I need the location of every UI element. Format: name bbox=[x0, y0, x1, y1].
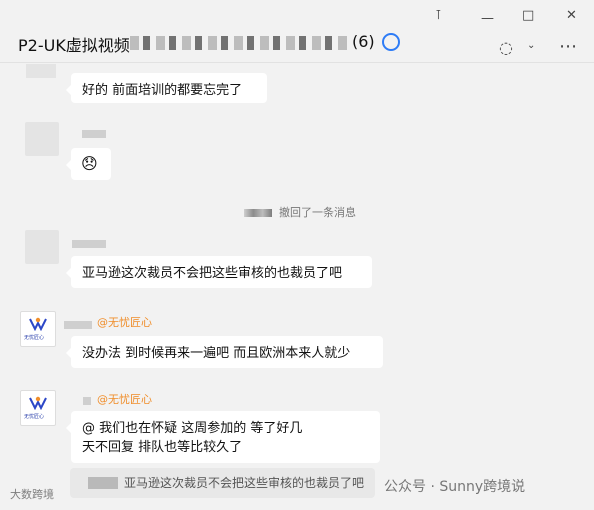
maximize-icon[interactable]: □ bbox=[522, 8, 534, 23]
message-bubble: 亚马逊这次裁员不会把这些审核的也裁员了吧 bbox=[66, 256, 372, 288]
emoji-message: 😞 bbox=[66, 148, 111, 180]
message-bubble: 好的 前面培训的都要忘完了 bbox=[66, 73, 267, 103]
logo-icon bbox=[29, 396, 47, 410]
message-bubble: 没办法 到时候再来一遍吧 而且欧洲本来人就少 bbox=[66, 336, 383, 368]
logo-text: 无忧匠心 bbox=[24, 335, 45, 341]
group-icon[interactable] bbox=[382, 33, 400, 51]
avatar[interactable]: 无忧匠心 bbox=[20, 390, 56, 426]
logo-icon bbox=[29, 317, 47, 331]
message-text-line-1: @ 我们也在怀疑 这周参加的 等了好几 bbox=[82, 421, 303, 436]
chevron-down-icon[interactable]: ⌄ bbox=[527, 40, 535, 51]
emoji: 😞 bbox=[81, 154, 98, 173]
recall-sender-redacted bbox=[244, 209, 272, 217]
member-count: (6) bbox=[352, 32, 375, 51]
redacted-title bbox=[130, 36, 348, 50]
quoted-message[interactable]: 亚马逊这次裁员不会把这些审核的也裁员了吧 bbox=[70, 468, 375, 498]
sender-name-redacted bbox=[72, 240, 106, 248]
chat-icon[interactable]: ◌ bbox=[499, 38, 513, 57]
chat-title: P2-UK虚拟视频 bbox=[18, 36, 130, 55]
pin-icon[interactable]: ⊺ bbox=[435, 8, 442, 23]
message-bubble: @ 我们也在怀疑 这周参加的 等了好几 天不回复 排队也等比较久了 bbox=[66, 411, 380, 463]
logo-text: 无忧匠心 bbox=[24, 414, 45, 420]
avatar[interactable] bbox=[25, 230, 59, 264]
message-text-line-2: 天不回复 排队也等比较久了 bbox=[82, 440, 243, 455]
sender-name-redacted bbox=[64, 321, 92, 329]
avatar[interactable] bbox=[25, 122, 59, 156]
message-text: 没办法 到时候再来一遍吧 而且欧洲本来人就少 bbox=[82, 346, 351, 361]
recall-notice: 撤回了一条消息 bbox=[244, 204, 356, 220]
message-text: 好的 前面培训的都要忘完了 bbox=[82, 83, 243, 98]
sender-name-redacted bbox=[83, 397, 91, 405]
avatar[interactable]: 无忧匠心 bbox=[20, 311, 56, 347]
close-icon[interactable]: ✕ bbox=[566, 8, 577, 23]
quoted-sender-redacted bbox=[88, 477, 118, 489]
sender-tag: @无忧匠心 bbox=[97, 393, 152, 406]
title-bar: P2-UK虚拟视频 (6) ⊺ — □ ✕ ◌ ⌄ ⋯ bbox=[0, 0, 594, 63]
watermark-left: 大数跨境 bbox=[10, 488, 54, 501]
watermark-right: 公众号 · Sunny跨境说 bbox=[384, 479, 526, 495]
quoted-text: 亚马逊这次裁员不会把这些审核的也裁员了吧 bbox=[124, 476, 365, 490]
more-icon[interactable]: ⋯ bbox=[559, 36, 577, 57]
recall-text: 撤回了一条消息 bbox=[279, 206, 356, 219]
message-text: 亚马逊这次裁员不会把这些审核的也裁员了吧 bbox=[82, 266, 343, 281]
previous-message-stub bbox=[26, 64, 56, 78]
minimize-icon[interactable]: — bbox=[481, 11, 494, 26]
sender-tag: @无忧匠心 bbox=[97, 316, 152, 329]
sender-name-redacted bbox=[82, 130, 106, 138]
